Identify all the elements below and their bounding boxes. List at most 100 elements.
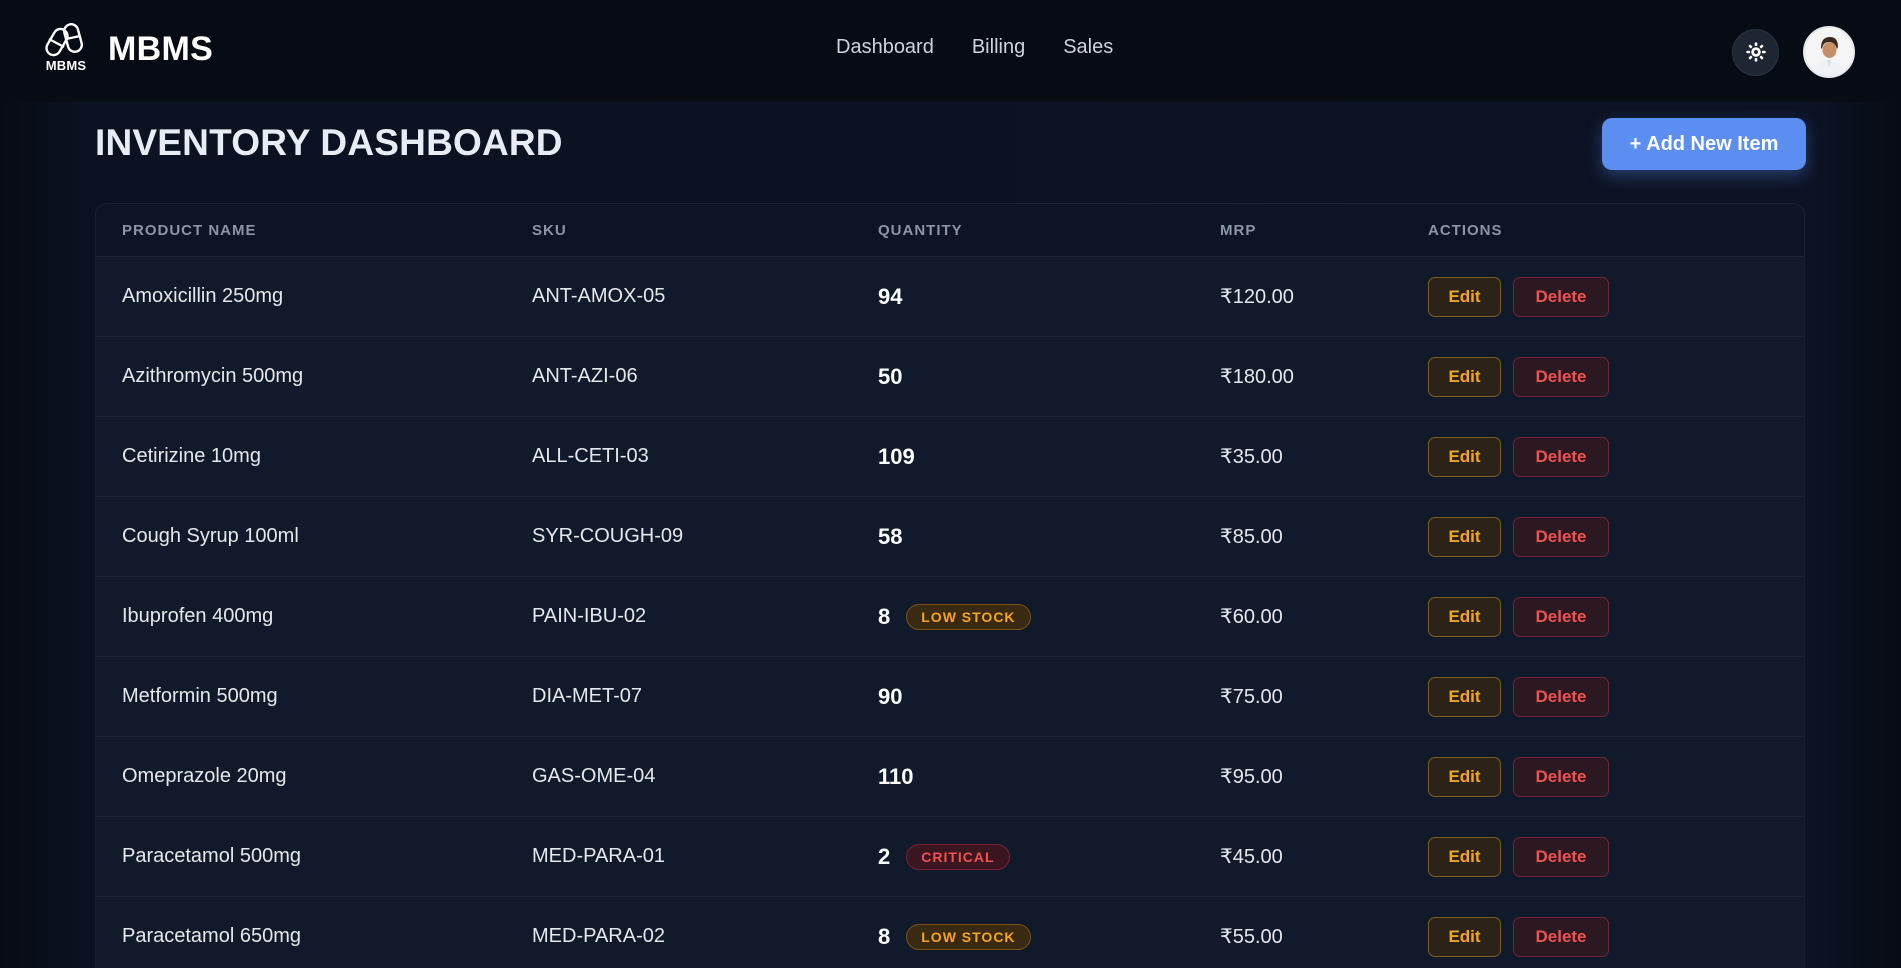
product-mrp: ₹180.00 [1220, 366, 1294, 388]
pill-logo-icon: MBMS [40, 22, 92, 76]
product-quantity: 90 [878, 683, 903, 709]
delete-button[interactable]: Delete [1513, 516, 1609, 557]
table-row: Ibuprofen 400mg PAIN-IBU-02 8 LOW STOCK … [96, 577, 1804, 657]
product-name: Paracetamol 650mg [122, 925, 301, 947]
quantity-cell: 90 [878, 684, 902, 710]
table-row: Paracetamol 650mg MED-PARA-02 8 LOW STOC… [96, 897, 1804, 968]
product-quantity: 110 [878, 763, 914, 789]
edit-button[interactable]: Edit [1428, 356, 1501, 397]
product-name: Omeprazole 20mg [122, 765, 287, 787]
table-row: Azithromycin 500mg ANT-AZI-06 50 ₹180.00… [96, 337, 1804, 417]
stock-status-badge: CRITICAL [906, 843, 1010, 870]
row-actions: Edit Delete [1428, 436, 1609, 477]
row-actions: Edit Delete [1428, 676, 1609, 717]
table-body: Amoxicillin 250mg ANT-AMOX-05 94 ₹120.00… [96, 257, 1804, 968]
delete-button[interactable]: Delete [1513, 356, 1609, 397]
column-header-sku[interactable]: SKU [532, 222, 567, 239]
delete-button[interactable]: Delete [1513, 596, 1609, 637]
table-row: Metformin 500mg DIA-MET-07 90 ₹75.00 Edi… [96, 657, 1804, 737]
quantity-cell: 58 [878, 524, 902, 550]
edit-button[interactable]: Edit [1428, 436, 1501, 477]
quantity-cell: 2 CRITICAL [878, 843, 1010, 870]
brand-name: MBMS [108, 29, 214, 68]
product-name: Ibuprofen 400mg [122, 605, 274, 627]
edit-button[interactable]: Edit [1428, 276, 1501, 317]
product-mrp: ₹75.00 [1220, 686, 1283, 708]
edit-button[interactable]: Edit [1428, 836, 1501, 877]
avatar-icon [1805, 28, 1853, 76]
row-actions: Edit Delete [1428, 516, 1609, 557]
product-sku: MED-PARA-02 [532, 925, 665, 947]
nav-link-dashboard[interactable]: Dashboard [836, 36, 934, 59]
product-sku: MED-PARA-01 [532, 845, 665, 867]
logo-text: MBMS [45, 58, 87, 73]
product-quantity: 50 [878, 363, 903, 389]
product-quantity: 8 [878, 923, 891, 949]
quantity-cell: 8 LOW STOCK [878, 923, 1031, 950]
delete-button[interactable]: Delete [1513, 436, 1609, 477]
product-quantity: 8 [878, 603, 891, 629]
column-header-mrp[interactable]: MRP [1220, 222, 1256, 239]
quantity-cell: 50 [878, 364, 902, 390]
product-quantity: 2 [878, 843, 891, 869]
quantity-cell: 109 [878, 444, 915, 470]
stock-status-badge: LOW STOCK [906, 923, 1031, 950]
delete-button[interactable]: Delete [1513, 836, 1609, 877]
row-actions: Edit Delete [1428, 356, 1609, 397]
table-row: Omeprazole 20mg GAS-OME-04 110 ₹95.00 Ed… [96, 737, 1804, 817]
add-new-item-button[interactable]: + Add New Item [1602, 118, 1806, 170]
product-name: Amoxicillin 250mg [122, 285, 284, 307]
product-mrp: ₹95.00 [1220, 766, 1283, 788]
product-quantity: 94 [878, 283, 903, 309]
nav-link-sales[interactable]: Sales [1063, 36, 1113, 59]
product-sku: DIA-MET-07 [532, 685, 643, 707]
delete-button[interactable]: Delete [1513, 276, 1609, 317]
edit-button[interactable]: Edit [1428, 676, 1501, 717]
product-mrp: ₹45.00 [1220, 846, 1283, 868]
gear-icon [1745, 42, 1766, 62]
nav-link-billing[interactable]: Billing [972, 36, 1025, 59]
quantity-cell: 110 [878, 764, 914, 790]
inventory-table: PRODUCT NAME SKU QUANTITY MRP ACTIONS Am… [95, 203, 1805, 968]
table-row: Cough Syrup 100ml SYR-COUGH-09 58 ₹85.00… [96, 497, 1804, 577]
table-header: PRODUCT NAME SKU QUANTITY MRP ACTIONS [96, 204, 1804, 257]
product-mrp: ₹85.00 [1220, 526, 1283, 548]
edit-button[interactable]: Edit [1428, 596, 1501, 637]
user-avatar[interactable] [1803, 26, 1855, 78]
page: MBMS MBMS Dashboard Billing Sales INVENT… [0, 0, 1901, 968]
product-mrp: ₹120.00 [1220, 286, 1294, 308]
product-mrp: ₹55.00 [1220, 926, 1283, 948]
product-sku: ANT-AMOX-05 [532, 285, 666, 307]
table-row: Paracetamol 500mg MED-PARA-01 2 CRITICAL… [96, 817, 1804, 897]
theme-toggle-button[interactable] [1732, 28, 1779, 76]
row-actions: Edit Delete [1428, 756, 1609, 797]
edit-button[interactable]: Edit [1428, 756, 1501, 797]
row-actions: Edit Delete [1428, 276, 1609, 317]
product-sku: ANT-AZI-06 [532, 365, 638, 387]
product-sku: ALL-CETI-03 [532, 445, 649, 467]
column-header-actions: ACTIONS [1428, 221, 1503, 239]
product-sku: GAS-OME-04 [532, 765, 656, 787]
product-name: Cetirizine 10mg [122, 445, 261, 467]
quantity-cell: 8 LOW STOCK [878, 603, 1031, 630]
row-actions: Edit Delete [1428, 836, 1609, 877]
delete-button[interactable]: Delete [1513, 756, 1609, 797]
column-header-quantity[interactable]: QUANTITY [878, 222, 963, 239]
column-header-product-name[interactable]: PRODUCT NAME [122, 222, 257, 239]
row-actions: Edit Delete [1428, 916, 1609, 957]
edit-button[interactable]: Edit [1428, 516, 1501, 557]
row-actions: Edit Delete [1428, 596, 1609, 637]
product-quantity: 58 [878, 523, 903, 549]
delete-button[interactable]: Delete [1513, 676, 1609, 717]
nav-right [1732, 26, 1855, 78]
product-quantity: 109 [878, 443, 915, 469]
navbar: MBMS MBMS Dashboard Billing Sales [0, 0, 1901, 102]
product-name: Metformin 500mg [122, 685, 278, 707]
stock-status-badge: LOW STOCK [906, 603, 1031, 630]
product-mrp: ₹35.00 [1220, 446, 1283, 468]
delete-button[interactable]: Delete [1513, 916, 1609, 957]
edit-button[interactable]: Edit [1428, 916, 1501, 957]
brand[interactable]: MBMS MBMS [40, 22, 213, 76]
page-title: INVENTORY DASHBOARD [95, 122, 563, 163]
quantity-cell: 94 [878, 284, 902, 310]
